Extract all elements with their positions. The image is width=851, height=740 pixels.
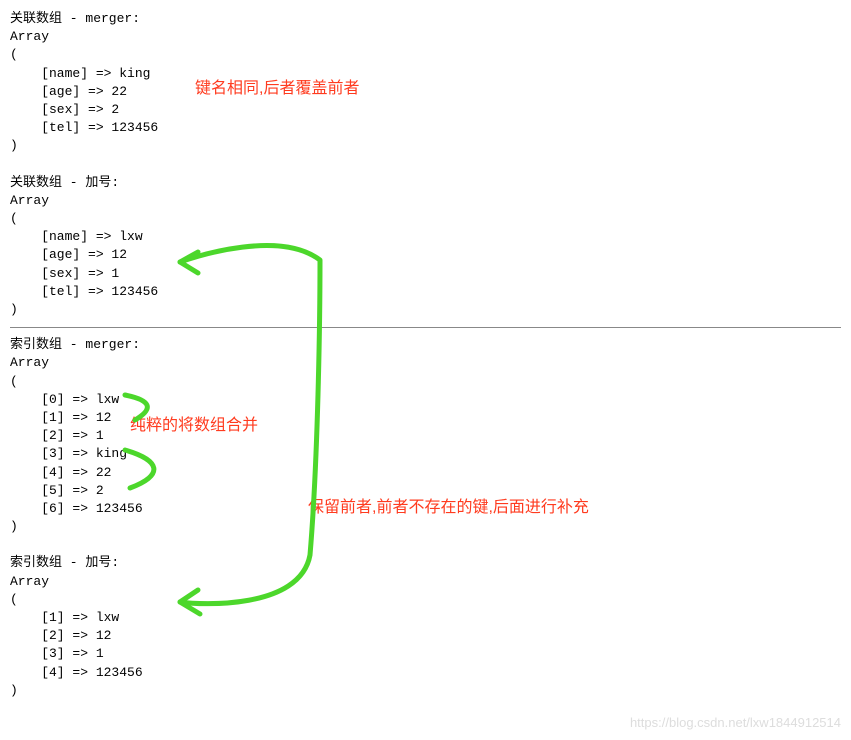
annotation-2: 纯粹的将数组合并 [130, 415, 258, 437]
annotation-3: 保留前者,前者不存在的键,后面进行补充 [308, 497, 589, 519]
block2-title: 关联数组 - 加号: [10, 175, 119, 190]
block2-close: ) [10, 302, 18, 317]
block-index-plus: 索引数组 - 加号: Array ( [1] => lxw [2] => 12 … [10, 554, 841, 700]
block3-line4: [4] => 22 [10, 465, 111, 480]
block1-close: ) [10, 138, 18, 153]
block3-array-label: Array [10, 355, 49, 370]
divider [10, 327, 841, 328]
watermark: https://blog.csdn.net/lxw1844912514 [630, 714, 841, 732]
block3-line2: [2] => 1 [10, 428, 104, 443]
block4-line3: [4] => 123456 [10, 665, 143, 680]
block-assoc-merger: 关联数组 - merger: Array ( [name] => king [a… [10, 10, 841, 156]
block1-line3: [tel] => 123456 [10, 120, 158, 135]
block2-line1: [age] => 12 [10, 247, 127, 262]
block4-line2: [3] => 1 [10, 646, 104, 661]
block3-line5: [5] => 2 [10, 483, 104, 498]
block1-title: 关联数组 - merger: [10, 11, 140, 26]
block3-line1: [1] => 12 [10, 410, 111, 425]
annotation-1: 键名相同,后者覆盖前者 [195, 78, 359, 100]
block2-line2: [sex] => 1 [10, 266, 119, 281]
block3-line6: [6] => 123456 [10, 501, 143, 516]
block2-line3: [tel] => 123456 [10, 284, 158, 299]
block1-line1: [age] => 22 [10, 84, 127, 99]
block3-close: ) [10, 519, 18, 534]
block1-line2: [sex] => 2 [10, 102, 119, 117]
block4-open: ( [10, 592, 18, 607]
block2-array-label: Array [10, 193, 49, 208]
block4-title: 索引数组 - 加号: [10, 555, 119, 570]
block3-open: ( [10, 374, 18, 389]
block1-open: ( [10, 47, 18, 62]
block3-title: 索引数组 - merger: [10, 337, 140, 352]
block3-line3: [3] => king [10, 446, 127, 461]
block1-array-label: Array [10, 29, 49, 44]
block4-line1: [2] => 12 [10, 628, 111, 643]
block3-line0: [0] => lxw [10, 392, 119, 407]
block-assoc-plus: 关联数组 - 加号: Array ( [name] => lxw [age] =… [10, 174, 841, 320]
block4-array-label: Array [10, 574, 49, 589]
block2-line0: [name] => lxw [10, 229, 143, 244]
block2-open: ( [10, 211, 18, 226]
block1-line0: [name] => king [10, 66, 150, 81]
block4-line0: [1] => lxw [10, 610, 119, 625]
